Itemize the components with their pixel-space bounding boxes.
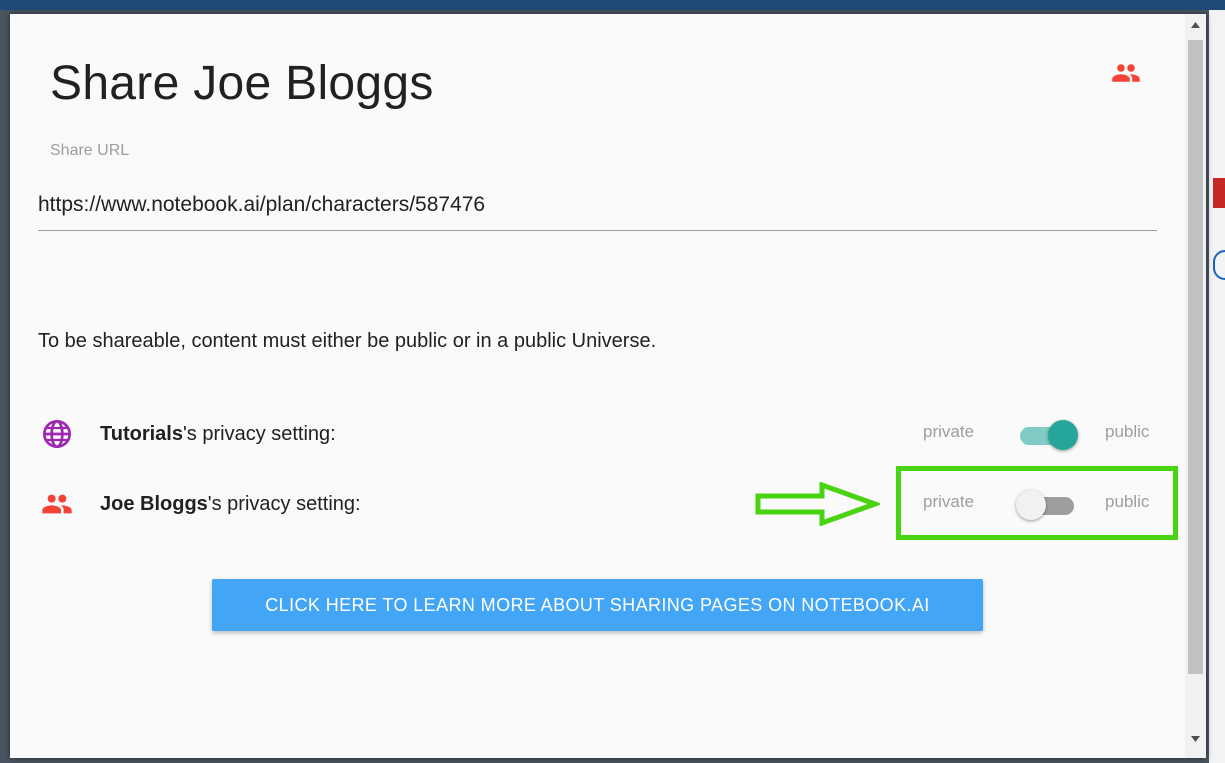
background-badge [1213, 178, 1225, 208]
share-modal: Share Joe Bloggs Share URL To be shareab… [10, 14, 1206, 758]
scroll-down-arrow-icon[interactable] [1185, 728, 1206, 750]
scrollbar-thumb[interactable] [1188, 40, 1203, 674]
share-url-label: Share URL [50, 142, 130, 159]
background-icon [1213, 250, 1225, 280]
people-icon [1112, 64, 1140, 82]
public-label: public [1105, 422, 1150, 441]
globe-icon [43, 420, 71, 448]
annotation-arrow-icon [755, 482, 880, 526]
privacy-row-label: Joe Bloggs's privacy setting: [100, 493, 361, 516]
privacy-row-tutorials: Tutorials's privacy setting: private pub… [38, 414, 1158, 454]
private-label: private [923, 422, 975, 441]
people-icon [42, 494, 72, 514]
share-url-input[interactable] [38, 180, 1157, 231]
privacy-setting-suffix: 's privacy setting: [207, 493, 361, 515]
modal-title: Share Joe Bloggs [50, 57, 434, 110]
content-name: Tutorials [100, 423, 183, 445]
background-page-edge [1209, 10, 1225, 763]
scroll-up-arrow-icon[interactable] [1185, 14, 1206, 36]
privacy-row-label: Tutorials's privacy setting: [100, 423, 336, 446]
modal-scrollbar[interactable] [1185, 14, 1206, 758]
content-name: Joe Bloggs [100, 493, 208, 515]
privacy-setting-suffix: 's privacy setting: [182, 423, 336, 445]
tutorials-privacy-toggle[interactable] [1018, 420, 1078, 450]
toggle-knob [1048, 420, 1078, 450]
page-top-bar [0, 0, 1225, 10]
annotation-highlight-box [896, 466, 1178, 540]
shareable-notice: To be shareable, content must either be … [38, 330, 657, 352]
learn-more-sharing-button[interactable]: CLICK HERE TO LEARN MORE ABOUT SHARING P… [212, 579, 983, 631]
